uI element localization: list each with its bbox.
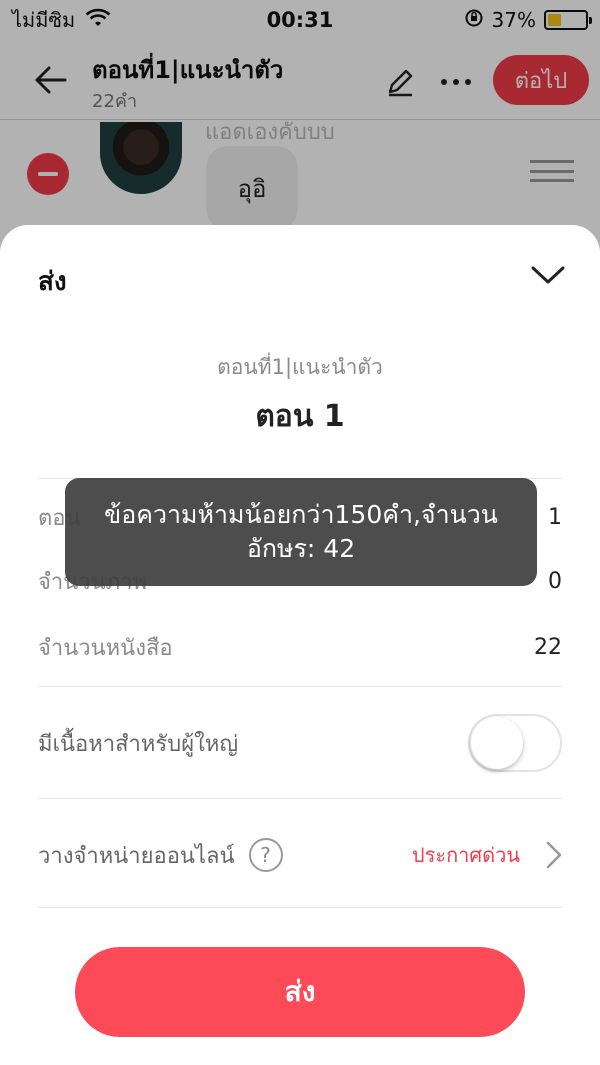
- divider: [38, 907, 562, 908]
- send-button[interactable]: ส่ง: [75, 947, 525, 1037]
- adult-content-label: มีเนื้อหาสำหรับผู้ใหญ่: [38, 731, 239, 757]
- sell-online-right: ประกาศด่วน: [412, 839, 562, 871]
- toast-message: ข้อความห้ามน้อยกว่า150คำ,จำนวนอักษร: 42: [104, 500, 498, 563]
- sell-online-row[interactable]: วางจำหน่ายออนไลน์ ? ประกาศด่วน: [38, 827, 562, 883]
- info-row-words: จำนวนหนังสือ 22: [38, 627, 562, 667]
- info-value: 1: [548, 504, 562, 530]
- chevron-right-icon: [546, 841, 562, 869]
- sell-online-left: วางจำหน่ายออนไลน์ ?: [38, 838, 283, 873]
- chevron-down-icon: [531, 266, 565, 284]
- sell-status: ประกาศด่วน: [411, 843, 520, 867]
- collapse-button[interactable]: [526, 257, 570, 293]
- adult-content-toggle[interactable]: [468, 714, 562, 772]
- info-value: 0: [548, 568, 562, 594]
- send-sheet: ส่ง ตอนที่1|แนะนำตัว ตอน 1 ตอน 1 จำนวนภา…: [0, 225, 600, 1065]
- divider: [38, 798, 562, 799]
- info-value: 22: [534, 634, 562, 660]
- divider: [38, 686, 562, 687]
- error-toast: ข้อความห้ามน้อยกว่า150คำ,จำนวนอักษร: 42: [65, 478, 537, 586]
- sheet-title: ส่ง: [38, 267, 67, 297]
- adult-content-row: มีเนื้อหาสำหรับผู้ใหญ่: [38, 713, 562, 773]
- info-label: จำนวนหนังสือ: [38, 635, 173, 661]
- sell-online-label: วางจำหน่ายออนไลน์: [38, 843, 235, 869]
- toggle-knob: [471, 717, 523, 769]
- chapter-name: ตอน 1: [255, 399, 345, 434]
- chapter-subtitle: ตอนที่1|แนะนำตัว: [217, 355, 383, 379]
- help-icon[interactable]: ?: [248, 838, 283, 872]
